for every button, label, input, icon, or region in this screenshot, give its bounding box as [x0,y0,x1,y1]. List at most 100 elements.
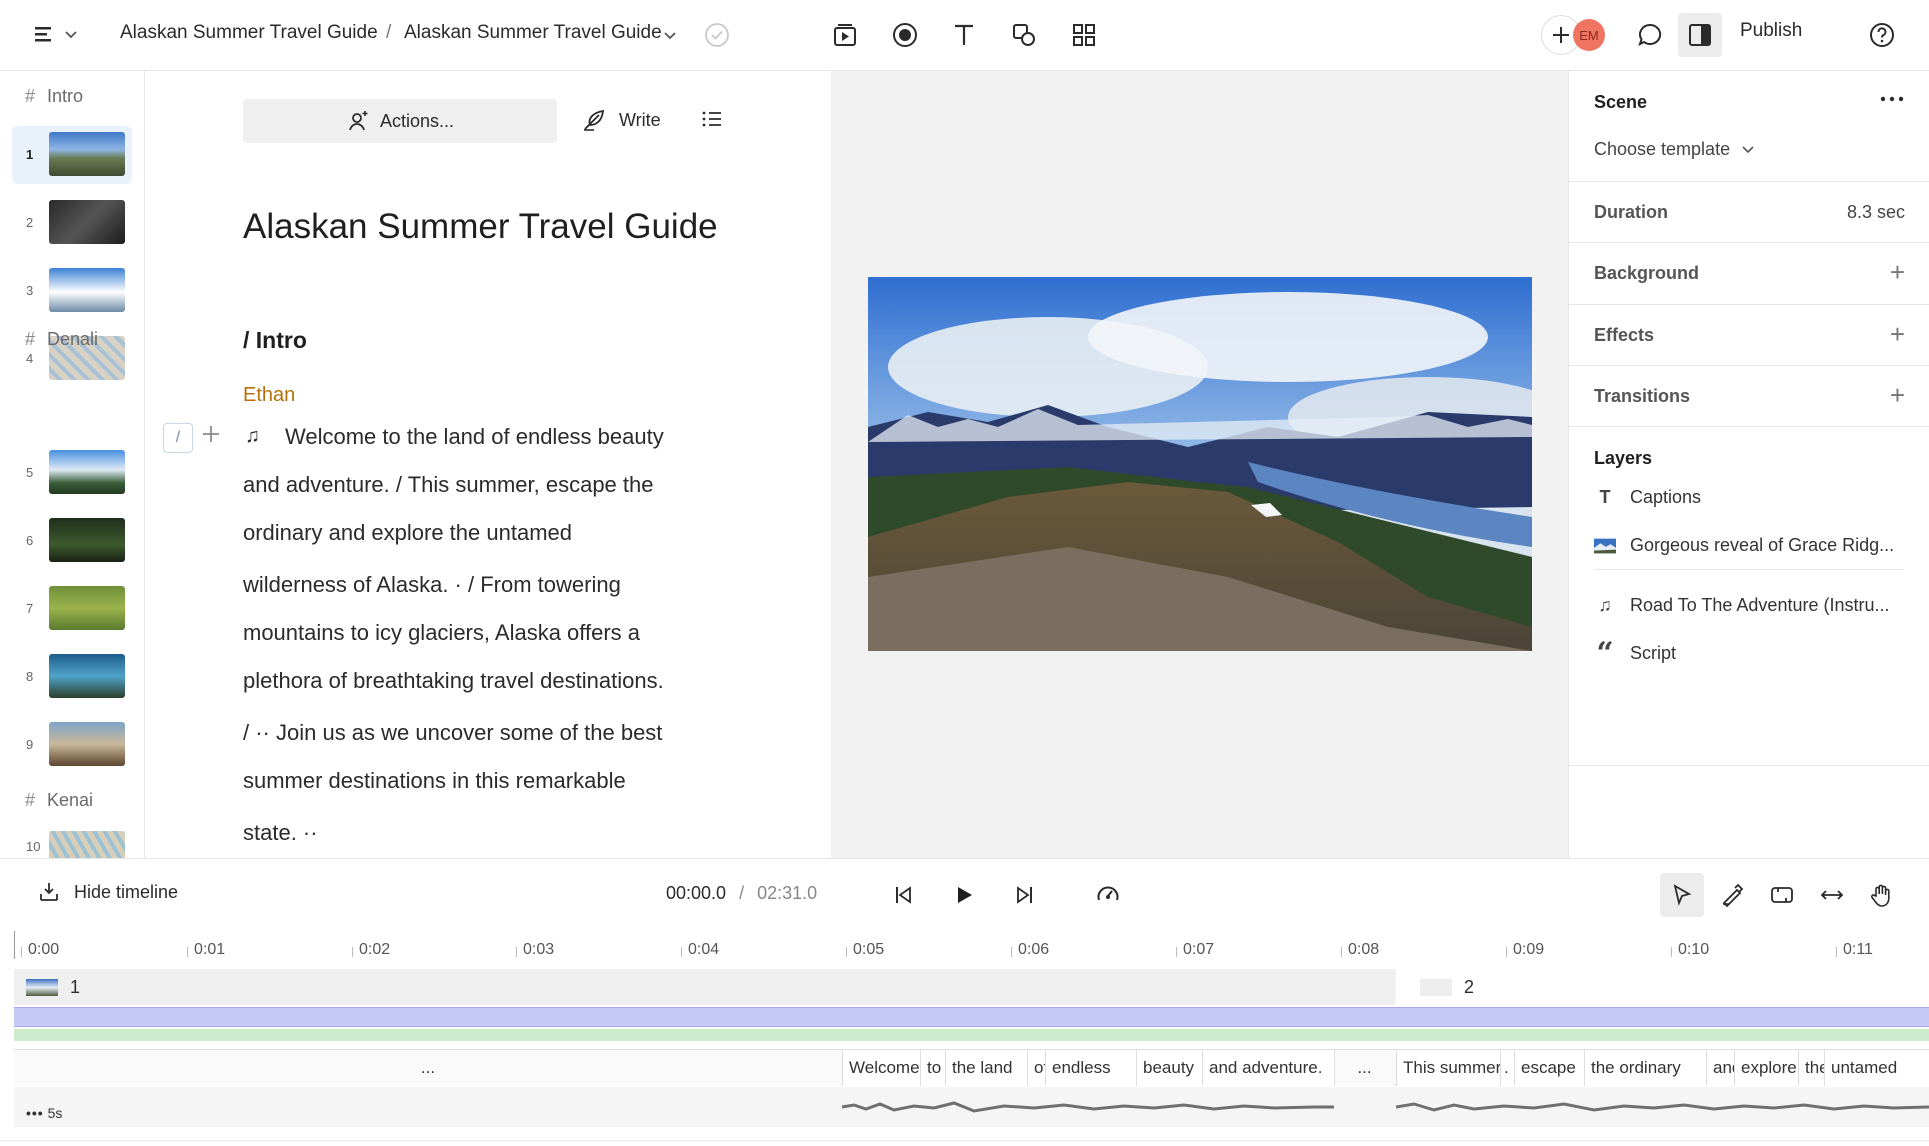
shapes-icon[interactable] [1004,15,1044,55]
hide-timeline-button[interactable]: Hide timeline [38,881,178,903]
word-chip[interactable]: of [1027,1050,1045,1086]
word-chip[interactable]: untamed [1824,1050,1929,1086]
scene-item[interactable]: 7 [12,580,132,638]
document-title[interactable]: Alaskan Summer Travel Guide [243,207,718,247]
script-line[interactable]: and adventure. / This summer, escape the [243,472,654,498]
word-chip[interactable]: Welcome [842,1050,920,1086]
panel-toggle-icon[interactable] [1678,13,1722,57]
preview-canvas [831,71,1569,858]
play-icon[interactable] [944,875,984,915]
scene-thumbnail [49,518,125,562]
write-button[interactable]: Write [581,107,661,133]
top-bar: Alaskan Summer Travel Guide / Alaskan Su… [0,0,1929,71]
music-track[interactable] [14,1029,1929,1041]
add-transition-icon[interactable]: + [1890,382,1905,408]
script-line[interactable]: mountains to icy glaciers, Alaska offers… [243,620,640,646]
transitions-row[interactable]: Transitions + [1569,366,1929,427]
scene-item[interactable]: 10 [12,825,132,858]
word-chip[interactable]: ... [1334,1050,1394,1086]
section-heading-denali[interactable]: # Denali [25,329,98,350]
word-chip[interactable]: . [1500,1050,1514,1086]
record-icon[interactable] [885,15,925,55]
stretch-tool-icon[interactable] [1810,873,1854,917]
section-heading-kenai[interactable]: # Kenai [25,790,93,811]
duration-row[interactable]: Duration 8.3 sec [1569,182,1929,243]
help-icon[interactable] [1862,15,1902,55]
layer-captions[interactable]: T Captions [1594,487,1702,508]
scene-item[interactable]: 2 [12,194,132,252]
chevron-down-icon[interactable] [658,16,682,56]
skip-back-icon[interactable] [884,875,924,915]
speaker-name[interactable]: Ethan [243,384,295,407]
word-chip[interactable]: the land [945,1050,1027,1086]
word-chip[interactable]: the [1798,1050,1824,1086]
time-ruler[interactable]: 0:00 0:01 0:02 0:03 0:04 0:05 0:06 0:07 … [14,931,1929,959]
avatar[interactable]: EM [1573,19,1605,51]
scene-item[interactable]: 9 [12,716,132,774]
word-chip[interactable]: escape [1514,1050,1584,1086]
scene-clip-1[interactable]: 1 [14,969,1394,1005]
script-line[interactable]: wilderness of Alaska. · / From towering [243,572,621,598]
effects-row[interactable]: Effects + [1569,305,1929,366]
actions-button[interactable]: Actions... [243,99,557,143]
preview-video-frame[interactable] [868,277,1532,651]
voiceover-waveform[interactable] [14,1087,1929,1127]
scene-item[interactable]: 5 [12,444,132,502]
hand-tool-icon[interactable] [1860,873,1904,917]
word-chip[interactable]: endless [1045,1050,1136,1086]
layer-music[interactable]: ♫ Road To The Adventure (Instru... [1594,595,1889,616]
script-line[interactable]: Welcome to the land of endless beauty [285,424,664,450]
playback-speed-icon[interactable] [1088,875,1128,915]
layer-script[interactable]: “ Script [1594,638,1676,668]
layer-video[interactable]: Gorgeous reveal of Grace Ridg... [1594,535,1894,556]
select-tool-icon[interactable] [1660,873,1704,917]
word-chip[interactable]: to [920,1050,945,1086]
text-icon[interactable] [944,15,984,55]
script-line[interactable]: state. ·· [243,820,318,846]
publish-button[interactable]: Publish [1740,20,1802,42]
collapse-timeline-icon [40,883,58,901]
list-icon[interactable] [700,107,724,136]
word-chip[interactable]: This summer [1396,1050,1500,1086]
trim-tool-icon[interactable] [1710,873,1754,917]
menu-icon[interactable] [28,15,88,55]
clip-tool-icon[interactable] [1760,873,1804,917]
script-line[interactable]: summer destinations in this remarkable [243,768,626,794]
breadcrumb-project[interactable]: Alaskan Summer Travel Guide [120,22,378,44]
script-line[interactable]: / ·· Join us as we uncover some of the b… [243,720,662,746]
scene-icon[interactable] [825,15,865,55]
scene-item[interactable]: 8 [12,648,132,706]
section-title[interactable]: / Intro [243,327,307,354]
duration-value[interactable]: 8.3 sec [1847,202,1905,223]
word-chip[interactable]: beauty [1136,1050,1202,1086]
slash-command-button[interactable]: / [163,423,193,453]
scene-item[interactable]: 3 [12,262,132,320]
scene-item[interactable]: 1 [12,126,132,184]
add-effect-icon[interactable]: + [1890,321,1905,347]
scene-clip-2[interactable]: 2 [1396,969,1929,1005]
zoom-scale[interactable]: ••• 5s [26,1105,62,1121]
word-chip[interactable]: ... [14,1050,842,1086]
scene-item[interactable]: 6 [12,512,132,570]
sparkle-user-icon [349,111,368,131]
choose-template-dropdown[interactable]: Choose template [1594,139,1754,160]
scene-thumbnail [49,450,125,494]
more-options-icon[interactable] [1879,91,1905,109]
comment-icon[interactable] [1630,15,1670,55]
word-chip[interactable]: the ordinary [1584,1050,1706,1086]
background-row[interactable]: Background + [1569,243,1929,305]
saved-check-icon [697,15,737,55]
video-track[interactable] [14,1007,1929,1027]
add-background-icon[interactable]: + [1890,259,1905,285]
word-chip[interactable]: and adventure. [1202,1050,1334,1086]
breadcrumb-separator: / [386,22,392,43]
script-line[interactable]: plethora of breathtaking travel destinat… [243,668,664,694]
breadcrumb-document[interactable]: Alaskan Summer Travel Guide [404,22,662,44]
skip-forward-icon[interactable] [1004,875,1044,915]
word-chip[interactable]: explore [1734,1050,1798,1086]
add-block-icon[interactable] [201,423,221,451]
grid-icon[interactable] [1064,15,1104,55]
section-heading-intro[interactable]: # Intro [25,86,83,107]
word-chip[interactable]: and [1706,1050,1734,1086]
script-line[interactable]: ordinary and explore the untamed [243,520,572,546]
